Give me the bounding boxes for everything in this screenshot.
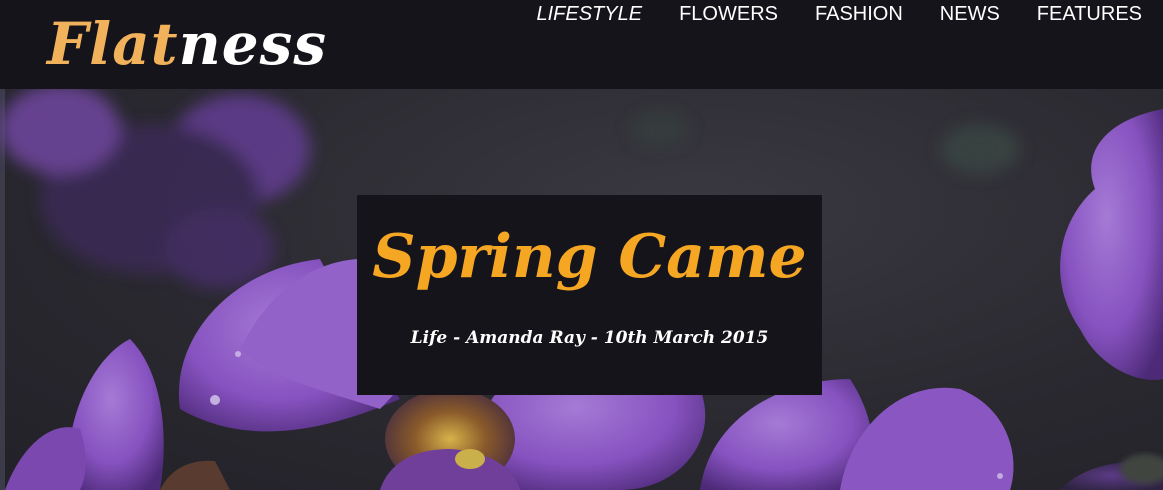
site-logo[interactable]: Flatness [47, 6, 327, 82]
hero-title[interactable]: Spring Came [357, 217, 822, 297]
hero-banner: Spring Came Life - Amanda Ray - 10th Mar… [0, 89, 1163, 490]
nav-item-lifestyle[interactable]: LIFESTYLE [536, 3, 642, 25]
hero-meta: Life - Amanda Ray - 10th March 2015 [410, 328, 769, 348]
site-header: Flatness LIFESTYLE FLOWERS FASHION NEWS … [0, 0, 1163, 89]
logo-rest-text: ness [178, 10, 327, 78]
nav-item-news[interactable]: NEWS [940, 3, 1000, 25]
nav-item-features[interactable]: FEATURES [1037, 3, 1142, 25]
logo-accent-text: Flat [47, 10, 179, 78]
hero-title-box: Spring Came Life - Amanda Ray - 10th Mar… [357, 195, 822, 395]
nav-item-fashion[interactable]: FASHION [815, 3, 903, 25]
main-nav: LIFESTYLE FLOWERS FASHION NEWS FEATURES [536, 3, 1142, 25]
nav-item-flowers[interactable]: FLOWERS [679, 3, 778, 25]
